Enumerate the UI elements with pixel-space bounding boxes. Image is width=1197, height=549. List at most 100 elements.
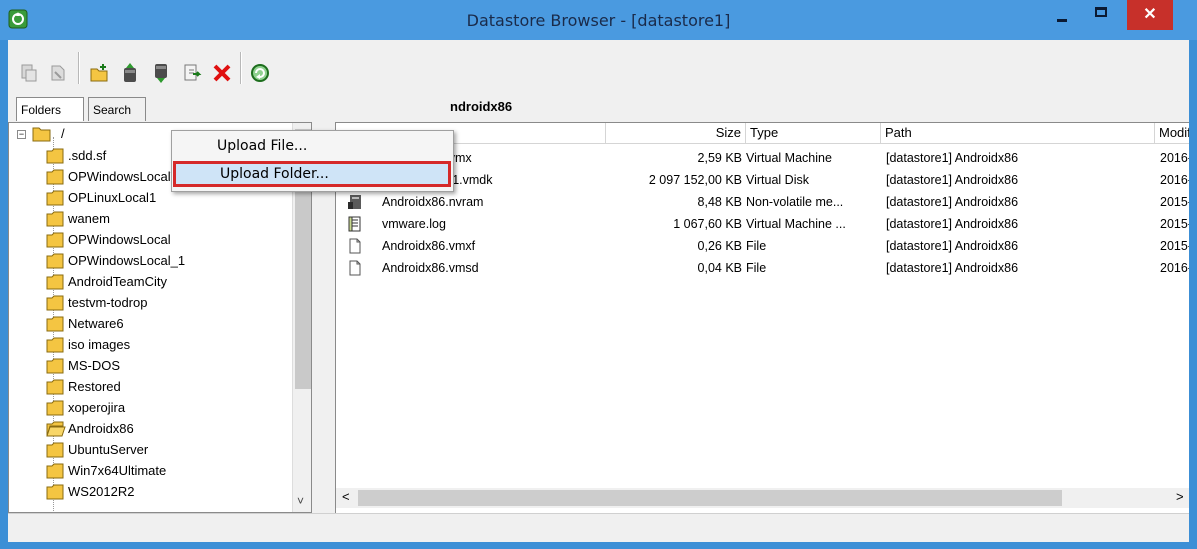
tree-item-label: xoperojira: [68, 400, 126, 415]
log-file-icon: [348, 216, 361, 232]
file-modified: 2015-1: [1160, 195, 1189, 209]
tree-item-label: OPWindowsLocal_1: [68, 253, 186, 268]
scroll-left-icon[interactable]: <: [342, 489, 350, 504]
table-row[interactable]: vmware.log 1 067,60 KB Virtual Machine .…: [336, 213, 1189, 235]
file-name: Androidx86.vmsd: [382, 261, 479, 275]
toolbar-separator: [78, 52, 80, 84]
close-button[interactable]: ✕: [1127, 0, 1173, 30]
table-row[interactable]: Androidx86.nvram 8,48 KB Non-volatile me…: [336, 191, 1189, 213]
table-row[interactable]: Androidx86.vmsd 0,04 KB File [datastore1…: [336, 257, 1189, 279]
tab-folders[interactable]: Folders: [16, 97, 84, 121]
file-icon: [349, 238, 361, 254]
file-size: 0,04 KB: [697, 261, 742, 275]
tree-item[interactable]: testvm-todrop: [46, 294, 147, 315]
minimize-button[interactable]: [1047, 10, 1077, 26]
file-path: [datastore1] Androidx86: [886, 195, 1019, 209]
file-modified: 2016-(: [1160, 173, 1189, 187]
tree-item-label: AndroidTeamCity: [68, 274, 167, 289]
file-pane: ndroidx86 Size Type Path Modif Androidx8…: [335, 95, 1189, 513]
list-header: Size Type Path Modif: [336, 123, 1189, 144]
file-modified: 2016-(: [1160, 261, 1189, 275]
column-header-path[interactable]: Path: [881, 123, 1155, 143]
window-client: Folders Search − / .sdd.sf OPWindowsLoca…: [8, 40, 1189, 542]
download-icon[interactable]: [150, 62, 172, 84]
file-type: File: [746, 261, 767, 275]
tree-item[interactable]: OPWindowsLocal: [46, 231, 171, 252]
horizontal-scrollbar[interactable]: < >: [336, 488, 1189, 508]
tree-item[interactable]: xoperojira: [46, 399, 126, 420]
new-folder-icon[interactable]: [88, 62, 110, 84]
toolbar-separator: [240, 52, 242, 84]
delete-icon[interactable]: [211, 62, 233, 84]
toolbar: [8, 40, 1189, 90]
menu-item-upload-folder[interactable]: Upload Folder...: [173, 161, 451, 187]
file-path: [datastore1] Androidx86: [886, 173, 1019, 187]
upload-dropdown-menu: Upload File... Upload Folder...: [171, 130, 454, 192]
scroll-right-icon[interactable]: >: [1176, 489, 1184, 504]
tree-item[interactable]: MS-DOS: [46, 357, 120, 378]
file-path: [datastore1] Androidx86: [886, 217, 1019, 231]
maximize-button[interactable]: [1087, 4, 1117, 24]
file-path: [datastore1] Androidx86: [886, 239, 1019, 253]
file-modified: 2015-1: [1160, 217, 1189, 231]
window-title: Datastore Browser - [datastore1]: [466, 11, 731, 30]
table-row[interactable]: Androidx86.vmx 2,59 KB Virtual Machine […: [336, 147, 1189, 169]
tree-item[interactable]: AndroidTeamCity: [46, 273, 167, 294]
folder-icon: [46, 169, 64, 185]
tree-item-label: OPLinuxLocal1: [68, 190, 157, 205]
expand-icon[interactable]: [18, 62, 40, 84]
folder-icon: [46, 253, 64, 269]
current-path-label: ndroidx86: [450, 99, 513, 114]
menu-item-upload-file[interactable]: Upload File...: [173, 133, 451, 159]
move-icon[interactable]: [181, 62, 203, 84]
folder-icon: [46, 148, 64, 164]
folder-icon: [46, 337, 64, 353]
file-type: Virtual Disk: [746, 173, 809, 187]
tree-item-label: iso images: [68, 337, 131, 352]
tree-item-label: Androidx86: [68, 421, 134, 436]
tree-item[interactable]: Netware6: [46, 315, 124, 336]
tree-item-label: OPWindowsLocal: [68, 232, 171, 247]
folder-icon: [46, 232, 64, 248]
folder-icon: [46, 274, 64, 290]
column-header-size[interactable]: Size: [606, 123, 746, 143]
file-type: Virtual Machine ...: [746, 217, 846, 231]
tree-item-label: WS2012R2: [68, 484, 135, 499]
nvram-icon: [348, 195, 361, 209]
collapse-toggle-icon[interactable]: −: [17, 130, 26, 139]
folder-icon: [46, 484, 64, 500]
file-list[interactable]: Size Type Path Modif Androidx86.vmx 2,59…: [335, 122, 1189, 513]
tree-item[interactable]: iso images: [46, 336, 131, 357]
table-row[interactable]: Androidx86_1.vmdk 2 097 152,00 KB Virtua…: [336, 169, 1189, 191]
column-header-type[interactable]: Type: [746, 123, 881, 143]
upload-icon[interactable]: [119, 62, 141, 84]
tree-item-label: wanem: [68, 211, 110, 226]
file-modified: 2015-1: [1160, 239, 1189, 253]
tree-item[interactable]: OPLinuxLocal1: [46, 189, 157, 210]
tree-item-label: UbuntuServer: [68, 442, 149, 457]
file-size: 2 097 152,00 KB: [648, 173, 742, 187]
column-header-modified[interactable]: Modif: [1155, 123, 1189, 143]
tree-root-label: /: [61, 126, 65, 141]
chevron-down-icon[interactable]: ˅: [297, 494, 304, 508]
close-icon: ✕: [1143, 6, 1157, 23]
file-path: [datastore1] Androidx86: [886, 151, 1019, 165]
tree-item[interactable]: wanem: [46, 210, 110, 231]
file-size: 8,48 KB: [697, 195, 742, 209]
tab-search[interactable]: Search: [88, 97, 146, 121]
file-size: 0,26 KB: [697, 239, 742, 253]
tree-item[interactable]: UbuntuServer: [46, 441, 149, 462]
collapse-icon[interactable]: [48, 62, 70, 84]
tree-item[interactable]: OPWindowsLocal_1: [46, 252, 186, 273]
tree-item-label: .sdd.sf: [68, 148, 107, 163]
table-row[interactable]: Androidx86.vmxf 0,26 KB File [datastore1…: [336, 235, 1189, 257]
refresh-icon[interactable]: [249, 62, 271, 84]
tree-item[interactable]: .sdd.sf: [46, 147, 107, 168]
tree-item[interactable]: Win7x64Ultimate: [46, 462, 166, 483]
tree-item[interactable]: WS2012R2: [46, 483, 135, 504]
folder-icon: [46, 295, 64, 311]
horizontal-scroll-thumb[interactable]: [358, 490, 1062, 506]
folder-open-icon: [32, 127, 51, 142]
tree-item[interactable]: Restored: [46, 378, 121, 399]
tree-item-selected[interactable]: Androidx86: [46, 420, 134, 441]
